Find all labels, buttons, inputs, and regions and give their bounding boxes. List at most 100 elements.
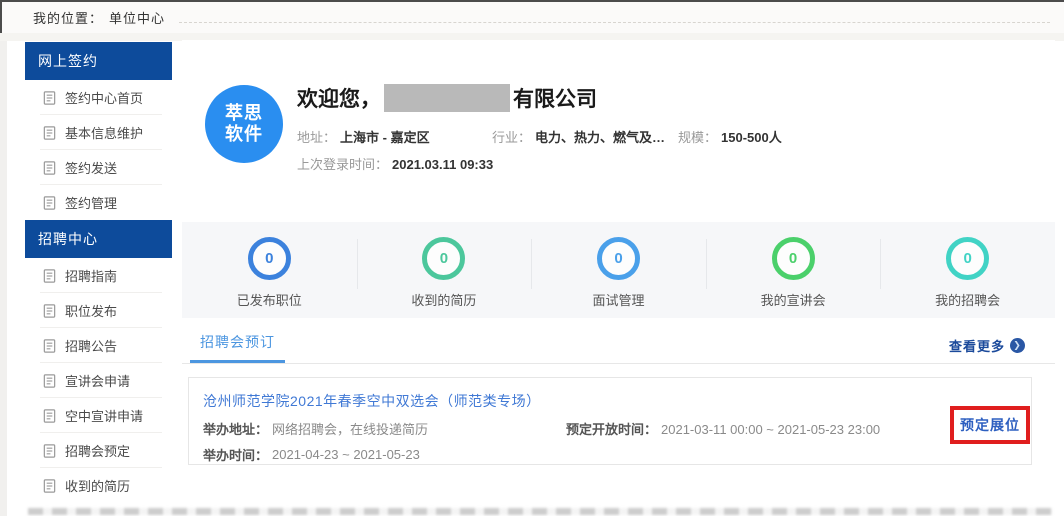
document-icon	[42, 373, 57, 389]
document-icon	[42, 443, 57, 459]
stat-circle: 0	[248, 237, 291, 280]
sidebar-item-label: 空中宣讲申请	[65, 406, 143, 425]
sidebar-item-label: 招聘会预定	[65, 441, 130, 460]
unit-center-page: 我的位置： 单位中心 网上签约 签约中心首页 基本信息维护 签约发送 签约管理	[0, 0, 1064, 516]
view-more-link[interactable]: 查看更多 ❯	[949, 336, 1025, 363]
jobfair-date-row: 举办时间： 2021-04-23 ~ 2021-05-23	[203, 446, 1017, 463]
stat-label: 我的招聘会	[935, 290, 1000, 309]
company-logo: 萃思 软件	[205, 85, 283, 163]
stat-value: 0	[265, 250, 273, 267]
industry-label: 行业：	[492, 130, 531, 145]
page-left-gutter	[0, 33, 7, 516]
document-icon	[42, 90, 57, 106]
stat-value: 0	[440, 250, 448, 267]
address-group: 地址： 上海市 - 嘉定区	[297, 127, 492, 146]
address-label: 地址：	[297, 130, 336, 145]
document-icon	[42, 303, 57, 319]
sidebar-item-label: 基本信息维护	[65, 123, 143, 142]
stat-my-jobfairs[interactable]: 0 我的招聘会	[880, 222, 1055, 318]
stat-value: 0	[789, 250, 797, 267]
sidebar-item-label: 招聘公告	[65, 336, 117, 355]
sidebar-item-label: 签约管理	[65, 193, 117, 212]
sidebar-list-signing: 签约中心首页 基本信息维护 签约发送 签约管理	[25, 80, 172, 220]
sidebar-item-online-infosession-apply[interactable]: 空中宣讲申请	[25, 398, 172, 433]
document-icon	[42, 408, 57, 424]
sidebar-item-infosession-apply[interactable]: 宣讲会申请	[25, 363, 172, 398]
stat-circle: 0	[946, 237, 989, 280]
welcome-block: 欢迎您， 有限公司 地址： 上海市 - 嘉定区 行业： 电力、热力、燃气及… 规模：…	[297, 83, 1037, 170]
sidebar-list-recruit: 招聘指南 职位发布 招聘公告 宣讲会申请 空中宣讲申请 招聘会预定	[25, 258, 172, 503]
jobfair-title-link[interactable]: 沧州师范学院2021年春季空中双选会（师范类专场）	[203, 391, 1017, 411]
industry-group: 行业： 电力、热力、燃气及…	[492, 127, 678, 146]
welcome-title: 欢迎您， 有限公司	[297, 83, 1037, 113]
sidebar-item-sign-manage[interactable]: 签约管理	[25, 185, 172, 220]
sidebar-item-job-post[interactable]: 职位发布	[25, 293, 172, 328]
redacted-company-name	[384, 84, 510, 112]
scale-label: 规模：	[678, 130, 717, 145]
event-time-value: 2021-04-23 ~ 2021-05-23	[272, 447, 420, 462]
greeting-prefix: 欢迎您，	[297, 83, 381, 113]
breadcrumb: 我的位置： 单位中心	[2, 2, 1064, 33]
sidebar-item-label: 宣讲会申请	[65, 371, 130, 390]
stat-received-resumes[interactable]: 0 收到的简历	[357, 222, 532, 318]
scale-value: 150-500人	[721, 130, 782, 145]
stat-circle: 0	[597, 237, 640, 280]
stat-label: 收到的简历	[411, 290, 476, 309]
sidebar-section-online-signing[interactable]: 网上签约	[25, 42, 172, 80]
sidebar-item-label: 签约发送	[65, 158, 117, 177]
tab-jobfair-booking[interactable]: 招聘会预订	[190, 332, 285, 363]
breadcrumb-dashed-divider	[179, 22, 1050, 23]
open-time-group: 预定开放时间：2021-03-11 00:00 ~ 2021-05-23 23:…	[566, 419, 880, 438]
scale-group: 规模： 150-500人	[678, 127, 782, 146]
stat-interview-management[interactable]: 0 面试管理	[531, 222, 706, 318]
annotation-highlight-box: 预定展位	[950, 406, 1030, 444]
chevron-right-circle-icon: ❯	[1010, 338, 1025, 353]
venue-label: 举办地址：	[203, 422, 268, 437]
last-login-value: 2021.03.11 09:33	[392, 157, 493, 172]
logo-text-line1: 萃思	[225, 103, 263, 124]
last-login-label: 上次登录时间：	[297, 157, 388, 172]
event-time-label: 举办时间：	[203, 445, 268, 464]
stat-label: 已发布职位	[237, 290, 302, 309]
document-icon	[42, 338, 57, 354]
cut-off-text-strip	[28, 508, 1052, 515]
stat-circle: 0	[772, 237, 815, 280]
sidebar-section-recruit-center[interactable]: 招聘中心	[25, 220, 172, 258]
stat-published-jobs[interactable]: 0 已发布职位	[182, 222, 357, 318]
bookings-tab-bar: 招聘会预订 查看更多 ❯	[182, 330, 1055, 364]
open-time-label: 预定开放时间：	[566, 422, 657, 437]
last-login-row: 上次登录时间： 2021.03.11 09:33	[297, 154, 1037, 170]
stat-my-infosessions[interactable]: 0 我的宣讲会	[706, 222, 881, 318]
industry-value: 电力、热力、燃气及…	[535, 130, 665, 145]
document-icon	[42, 160, 57, 176]
stat-label: 面试管理	[592, 290, 644, 309]
sidebar-item-label: 招聘指南	[65, 266, 117, 285]
venue-group: 举办地址： 网络招聘会，在线投递简历	[203, 419, 566, 438]
sidebar-item-received-resumes[interactable]: 收到的简历	[25, 468, 172, 503]
book-booth-button[interactable]: 预定展位	[960, 415, 1020, 435]
sidebar-item-signing-home[interactable]: 签约中心首页	[25, 80, 172, 115]
logo-text-line2: 软件	[225, 124, 263, 145]
stats-panel: 0 已发布职位 0 收到的简历 0 面试管理 0 我的宣讲会	[182, 222, 1055, 318]
sidebar-item-recruit-guide[interactable]: 招聘指南	[25, 258, 172, 293]
sidebar: 网上签约 签约中心首页 基本信息维护 签约发送 签约管理 招聘中心	[25, 42, 172, 503]
sidebar-item-recruit-notice[interactable]: 招聘公告	[25, 328, 172, 363]
company-suffix: 有限公司	[513, 83, 597, 113]
document-icon	[42, 125, 57, 141]
sidebar-item-label: 职位发布	[65, 301, 117, 320]
document-icon	[42, 268, 57, 284]
document-icon	[42, 195, 57, 211]
jobfair-venue-row: 举办地址： 网络招聘会，在线投递简历 预定开放时间：2021-03-11 00:0…	[203, 420, 1017, 437]
sidebar-item-jobfair-booking[interactable]: 招聘会预定	[25, 433, 172, 468]
stat-value: 0	[614, 250, 622, 267]
venue-value: 网络招聘会，在线投递简历	[272, 422, 428, 437]
breadcrumb-current: 单位中心	[109, 8, 165, 27]
document-icon	[42, 478, 57, 494]
stat-label: 我的宣讲会	[761, 290, 826, 309]
stat-circle: 0	[422, 237, 465, 280]
address-value: 上海市 - 嘉定区	[340, 130, 430, 145]
sidebar-item-basic-info[interactable]: 基本信息维护	[25, 115, 172, 150]
view-more-label: 查看更多	[949, 336, 1005, 355]
sidebar-item-label: 收到的简历	[65, 476, 130, 495]
sidebar-item-sign-send[interactable]: 签约发送	[25, 150, 172, 185]
